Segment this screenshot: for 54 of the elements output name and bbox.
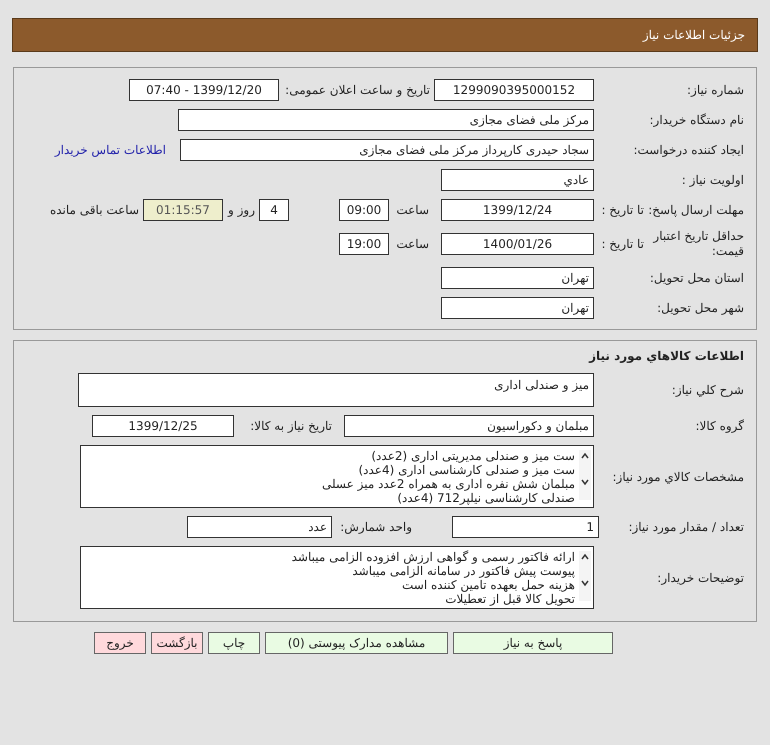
field-label: توضیحات خریدار:	[656, 570, 744, 586]
field-label: گروه کالا:	[694, 418, 744, 435]
text-field[interactable]: 1399/12/25	[92, 415, 234, 437]
action-button[interactable]: مشاهده مدارک پیوستی (0)	[265, 632, 448, 654]
field-label: ساعت	[395, 202, 430, 219]
text-field[interactable]: عدد	[187, 516, 332, 538]
text-area[interactable]: ارائه فاکتور رسمی و گواهی ارزش افزوده الزامی میباشد پیوست پیش فاکتور در سامانه الزامی میباشد هزینه حمل بعهده تامین کننده است تحویل کالا قبل از تعطیلات	[80, 546, 594, 609]
text-field[interactable]: مبلمان و دکوراسیون	[344, 415, 594, 437]
field-label: تعداد / مقدار مورد نیاز:	[627, 519, 744, 536]
field-label: تاریخ و ساعت اعلان عمومی:	[284, 82, 431, 99]
field-label: تاریخ نیاز به کالا:	[249, 418, 333, 435]
text-field[interactable]: 1399/12/20 - 07:40	[129, 79, 279, 101]
text-area[interactable]: ست میز و صندلی مدیریتی اداری (2عدد) ست میز و صندلی کارشناسی اداری (4عدد) مبلمان شش نفره اداری به همراه 2عدد میز عسلی صندلی کارشناسی نیلپر712 (4عدد)	[80, 445, 594, 508]
field-label: مهلت ارسال پاسخ:	[647, 202, 744, 219]
scrollbar-icon[interactable]	[579, 551, 591, 601]
field-label: ساعت باقی مانده	[48, 202, 140, 219]
text-field[interactable]: 19:00	[339, 233, 389, 255]
text-field[interactable]: 1399/12/24	[441, 199, 594, 221]
field-label: تا تاریخ :	[600, 202, 644, 219]
text-field[interactable]: مرکز ملی فضای مجازی	[178, 109, 594, 131]
text-field[interactable]: 1	[452, 516, 599, 538]
text-field[interactable]: سجاد حیدری کارپرداز مرکز ملی فضای مجازی	[180, 139, 594, 161]
field-label: تا تاریخ :	[600, 236, 644, 253]
field-label: شرح كلي نياز:	[670, 382, 744, 399]
field-label: روز و	[226, 202, 256, 219]
text-field[interactable]: تهران	[441, 297, 594, 319]
section-title: اطلاعات کالاهاي مورد نياز	[588, 348, 744, 365]
text-field[interactable]: 09:00	[339, 199, 389, 221]
scrollbar-icon[interactable]	[579, 450, 591, 500]
action-button[interactable]: بازگشت	[151, 632, 203, 654]
field-label: مشخصات كالاي مورد نياز:	[611, 468, 744, 486]
text-field[interactable]: 4	[259, 199, 289, 221]
text-area[interactable]: میز و صندلی اداری	[78, 373, 594, 407]
field-label: ساعت	[395, 236, 430, 253]
text-area-content: ارائه فاکتور رسمی و گواهی ارزش افزوده الزامی میباشد پیوست پیش فاکتور در سامانه الزامی میباشد هزینه حمل بعهده تامین کننده است تحویل کالا قبل از تعطیلات	[292, 549, 575, 606]
field-label: استان محل تحویل:	[648, 270, 744, 287]
page-title: جزئیات اطلاعات نیاز	[642, 27, 745, 44]
countdown-field[interactable]: 01:15:57	[143, 199, 223, 221]
text-field[interactable]: تهران	[441, 267, 594, 289]
field-label: واحد شمارش:	[339, 519, 413, 536]
action-button[interactable]: چاپ	[208, 632, 260, 654]
field-label: اولویت نیاز :	[680, 172, 744, 189]
buyer-contact-link[interactable]: اطلاعات تماس خریدار	[54, 141, 166, 159]
field-label: ایجاد کننده درخواست:	[632, 142, 744, 159]
text-field[interactable]: 1400/01/26	[441, 233, 594, 255]
action-button[interactable]: خروج	[94, 632, 146, 654]
text-field[interactable]: عادي	[441, 169, 594, 191]
field-label: حداقل تاریخ اعتبار قیمت:	[652, 229, 744, 259]
action-button[interactable]: پاسخ به نیاز	[453, 632, 613, 654]
text-area-content: ست میز و صندلی مدیریتی اداری (2عدد) ست میز و صندلی کارشناسی اداری (4عدد) مبلمان شش نفره اداری به همراه 2عدد میز عسلی صندلی کارشناسی نیلپر712 (4عدد)	[322, 448, 575, 505]
field-label: شماره نیاز:	[686, 82, 744, 99]
field-label: شهر محل تحویل:	[656, 300, 744, 317]
text-field[interactable]: 1299090395000152	[434, 79, 594, 101]
field-label: نام دستگاه خریدار:	[648, 112, 744, 129]
